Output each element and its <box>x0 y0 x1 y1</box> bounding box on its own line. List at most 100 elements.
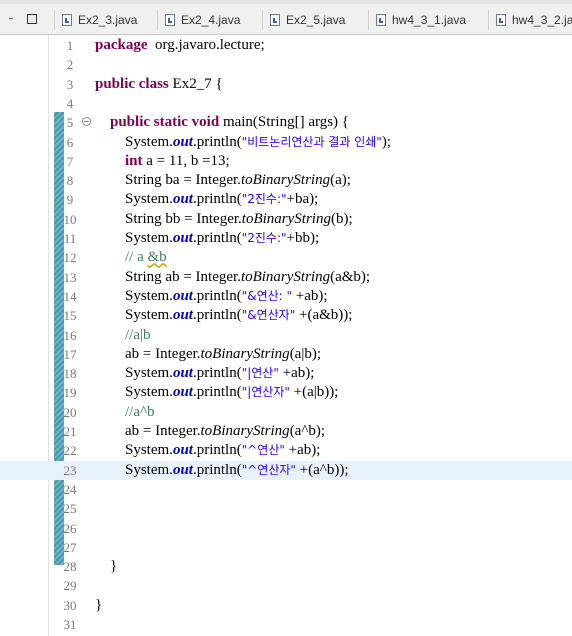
tab-separator <box>262 10 263 30</box>
code-line[interactable]: 27 <box>0 538 572 557</box>
code-token: toBinaryString <box>200 423 290 439</box>
code-line[interactable]: 10 String bb = Integer.toBinaryString(b)… <box>0 210 572 229</box>
code-token: .println( <box>192 384 242 401</box>
code-token: "비트논리연산과 결과 인쇄" <box>241 134 382 149</box>
tab-label: Ex2_4.java <box>181 13 241 27</box>
code-token: &b <box>147 249 167 266</box>
java-file-icon <box>376 14 386 26</box>
code-text: // a &b <box>95 248 167 267</box>
code-token: Ex2_7 { <box>168 75 223 92</box>
code-token: a = 11, b =13; <box>142 152 230 169</box>
code-text: System.out.println("2진수:"+bb); <box>95 229 319 248</box>
code-line[interactable]: 26 <box>0 519 572 538</box>
editor-tab-bar: – Ex2_3.java Ex2_4.java Ex2_5.java hw4_3… <box>0 0 572 35</box>
line-number: 9 <box>66 192 74 208</box>
line-number: 13 <box>63 269 77 285</box>
code-line[interactable]: 12 // a &b <box>0 248 572 267</box>
tab-ex2-4[interactable]: Ex2_4.java <box>157 8 241 32</box>
code-token: .println( <box>192 461 242 478</box>
code-text: } <box>95 596 102 615</box>
code-text: System.out.println("&연산자" +(a&b)); <box>95 306 352 325</box>
line-number: 15 <box>63 308 77 324</box>
code-line[interactable]: 7 int a = 11, b =13; <box>0 152 572 171</box>
code-line[interactable]: 4 <box>0 94 572 113</box>
code-token: +(a^b)); <box>295 461 349 478</box>
code-line[interactable]: 24 <box>0 480 572 499</box>
line-number: 24 <box>63 481 77 497</box>
code-line[interactable]: 13 String ab = Integer.toBinaryString(a&… <box>0 268 572 287</box>
tab-hw4-3-1[interactable]: hw4_3_1.java <box>368 8 467 32</box>
code-line[interactable]: 15 System.out.println("&연산자" +(a&b)); <box>0 306 572 325</box>
code-text: System.out.println("|연산자" +(a|b)); <box>95 383 338 402</box>
code-line[interactable]: 11 System.out.println("2진수:"+bb); <box>0 229 572 248</box>
code-line[interactable]: 6 System.out.println("비트논리연산과 결과 인쇄"); <box>0 133 572 152</box>
java-file-icon <box>165 14 175 26</box>
code-token: String ab = Integer. <box>95 268 241 285</box>
code-line[interactable]: 9 System.out.println("2진수:"+ba); <box>0 190 572 209</box>
code-token: "^연산" <box>241 443 285 458</box>
maximize-icon[interactable] <box>27 14 37 24</box>
code-token: } <box>95 558 118 575</box>
code-token: +bb); <box>286 230 320 246</box>
code-token: "|연산자" <box>241 385 290 400</box>
code-line[interactable]: 5 public static void main(String[] args)… <box>0 113 572 132</box>
tab-separator <box>54 10 55 30</box>
code-line[interactable]: 16 //a|b <box>0 326 572 345</box>
code-token: main(String[] args) { <box>219 114 350 131</box>
code-token: out <box>172 191 193 208</box>
code-line[interactable]: 25 <box>0 499 572 518</box>
code-line[interactable]: 20 //a^b <box>0 403 572 422</box>
code-text: String ba = Integer.toBinaryString(a); <box>95 171 351 190</box>
code-line[interactable]: 18 System.out.println("|연산" +ab); <box>0 364 572 383</box>
code-line[interactable]: 1 package org.javaro.lecture; <box>0 36 572 55</box>
code-token: ab = Integer. <box>95 345 201 362</box>
code-line[interactable]: 31 <box>0 615 572 634</box>
code-line[interactable]: 19 System.out.println("|연산자" +(a|b)); <box>0 383 572 402</box>
line-number: 27 <box>63 539 77 555</box>
code-line[interactable]: 21 ab = Integer.toBinaryString(a^b); <box>0 422 572 441</box>
line-number: 16 <box>63 327 77 343</box>
code-token: out <box>172 133 193 150</box>
tab-hw4-3-2[interactable]: hw4_3_2.ja <box>488 8 572 32</box>
code-line[interactable]: 14 System.out.println("&연산: " +ab); <box>0 287 572 306</box>
code-line[interactable]: 28 } <box>0 557 572 576</box>
code-line[interactable]: 2 <box>0 55 572 74</box>
line-number: 29 <box>63 578 77 594</box>
fold-collapse-icon[interactable] <box>82 117 91 127</box>
code-text: String bb = Integer.toBinaryString(b); <box>95 210 353 229</box>
code-line[interactable]: 23 System.out.println("^연산자" +(a^b)); <box>0 460 572 480</box>
code-token: "&연산: " <box>241 288 293 303</box>
line-number: 12 <box>63 250 77 266</box>
code-token: String ba = Integer. <box>95 172 241 189</box>
line-number: 28 <box>63 559 77 575</box>
line-number: 3 <box>66 76 74 92</box>
minimize-icon[interactable]: – <box>6 14 16 24</box>
code-editor[interactable]: 1 package org.javaro.lecture; 2 3 public cla… <box>0 35 572 636</box>
code-token: System. <box>95 307 173 324</box>
code-token: org.javaro.lecture; <box>147 37 265 53</box>
code-token: .println( <box>192 191 242 208</box>
tab-separator <box>368 10 369 30</box>
code-token: out <box>172 442 193 459</box>
code-line[interactable]: 22 System.out.println("^연산" +ab); <box>0 441 572 460</box>
line-number: 1 <box>66 38 74 53</box>
code-line[interactable]: 8 String ba = Integer.toBinaryString(a); <box>0 171 572 190</box>
code-line[interactable]: 30} <box>0 596 572 615</box>
line-number: 30 <box>63 597 77 613</box>
code-line[interactable]: 29 <box>0 576 572 595</box>
tab-label: Ex2_5.java <box>286 13 346 27</box>
toolbar-remnant <box>0 0 572 4</box>
code-token: +ba); <box>286 191 319 208</box>
code-text: String ab = Integer.toBinaryString(a&b); <box>95 268 370 287</box>
code-line[interactable]: 3 public class Ex2_7 { <box>0 75 572 94</box>
code-line[interactable]: 17 ab = Integer.toBinaryString(a|b); <box>0 345 572 364</box>
code-token: .println( <box>192 365 242 382</box>
code-token: (a); <box>330 172 351 189</box>
line-number: 23 <box>63 462 77 478</box>
tab-label: hw4_3_1.java <box>392 13 467 27</box>
tab-ex2-5[interactable]: Ex2_5.java <box>262 8 346 32</box>
tab-ex2-3[interactable]: Ex2_3.java <box>54 8 137 32</box>
